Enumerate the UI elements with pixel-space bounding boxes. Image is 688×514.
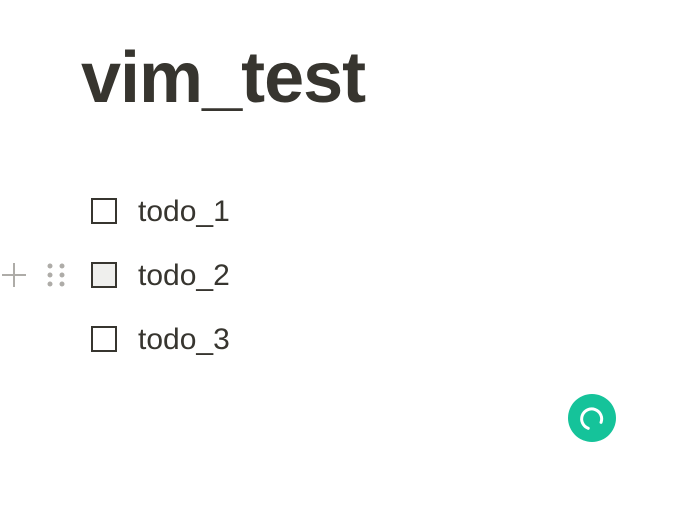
todo-list: todo_1 todo_2 todo_3 [0,180,688,372]
drag-handle-icon[interactable] [44,261,68,289]
todo-item[interactable]: todo_3 [0,308,688,372]
todo-label[interactable]: todo_2 [138,258,230,294]
page-title[interactable]: vim_test [81,36,366,120]
todo-checkbox[interactable] [91,326,117,352]
plus-icon[interactable] [0,261,28,289]
todo-checkbox[interactable] [91,198,117,224]
todo-label[interactable]: todo_3 [138,322,230,358]
circle-arc-icon [580,407,604,430]
todo-item[interactable]: todo_2 [0,244,688,308]
assistant-button[interactable] [568,394,616,442]
todo-item[interactable]: todo_1 [0,180,688,244]
todo-label[interactable]: todo_1 [138,194,230,230]
todo-checkbox[interactable] [91,262,117,288]
